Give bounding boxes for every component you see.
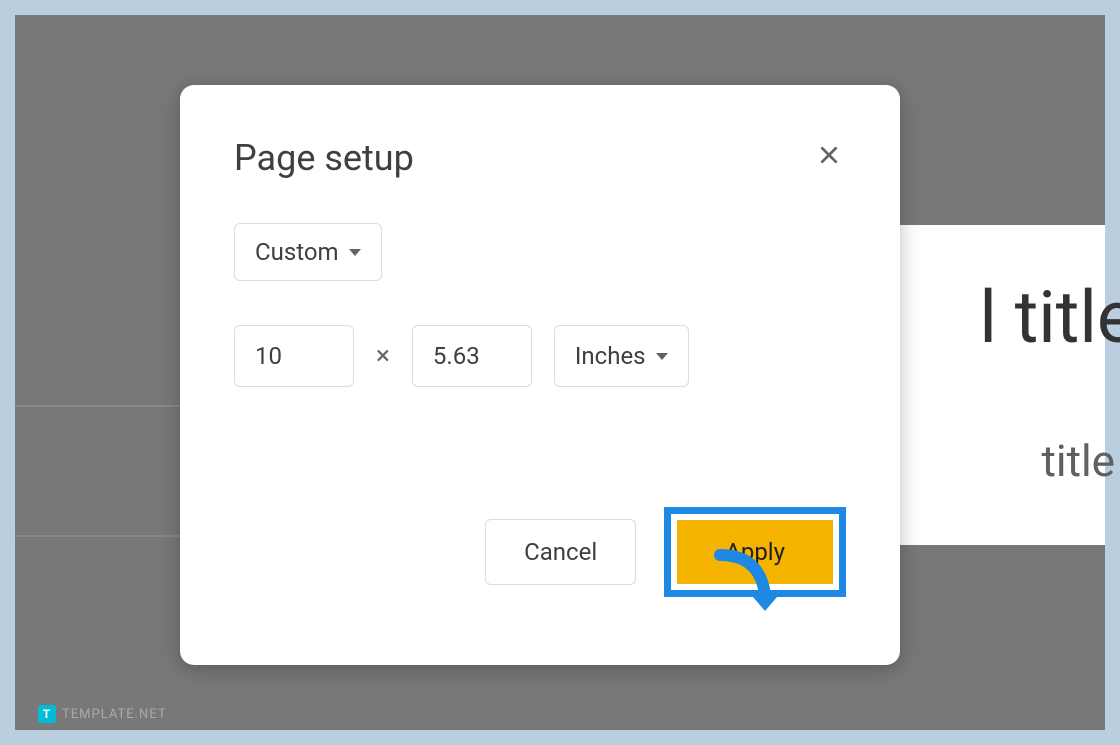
apply-highlight-box: Apply <box>664 507 846 597</box>
page-setup-dialog: Page setup Custom × Inches Cancel Apply <box>180 85 900 665</box>
preset-dropdown[interactable]: Custom <box>234 223 382 281</box>
close-icon <box>816 142 842 168</box>
close-button[interactable] <box>812 138 846 179</box>
cancel-button[interactable]: Cancel <box>485 519 636 585</box>
times-symbol: × <box>376 341 390 371</box>
bg-subtitle-text: title <box>1041 435 1115 487</box>
unit-label: Inches <box>575 342 646 370</box>
size-row: × Inches <box>234 325 846 387</box>
watermark-icon: T <box>38 705 56 723</box>
watermark-text: TEMPLATE.NET <box>62 707 167 722</box>
dialog-header: Page setup <box>234 137 846 179</box>
width-input[interactable] <box>234 325 354 387</box>
apply-button[interactable]: Apply <box>677 520 833 584</box>
preset-label: Custom <box>255 238 339 266</box>
unit-dropdown[interactable]: Inches <box>554 325 689 387</box>
dialog-footer: Cancel Apply <box>234 507 846 597</box>
chevron-down-icon <box>349 249 361 256</box>
watermark: T TEMPLATE.NET <box>38 705 167 723</box>
bg-title-text: l title <box>979 275 1120 360</box>
height-input[interactable] <box>412 325 532 387</box>
dialog-title: Page setup <box>234 137 414 179</box>
chevron-down-icon <box>656 353 668 360</box>
